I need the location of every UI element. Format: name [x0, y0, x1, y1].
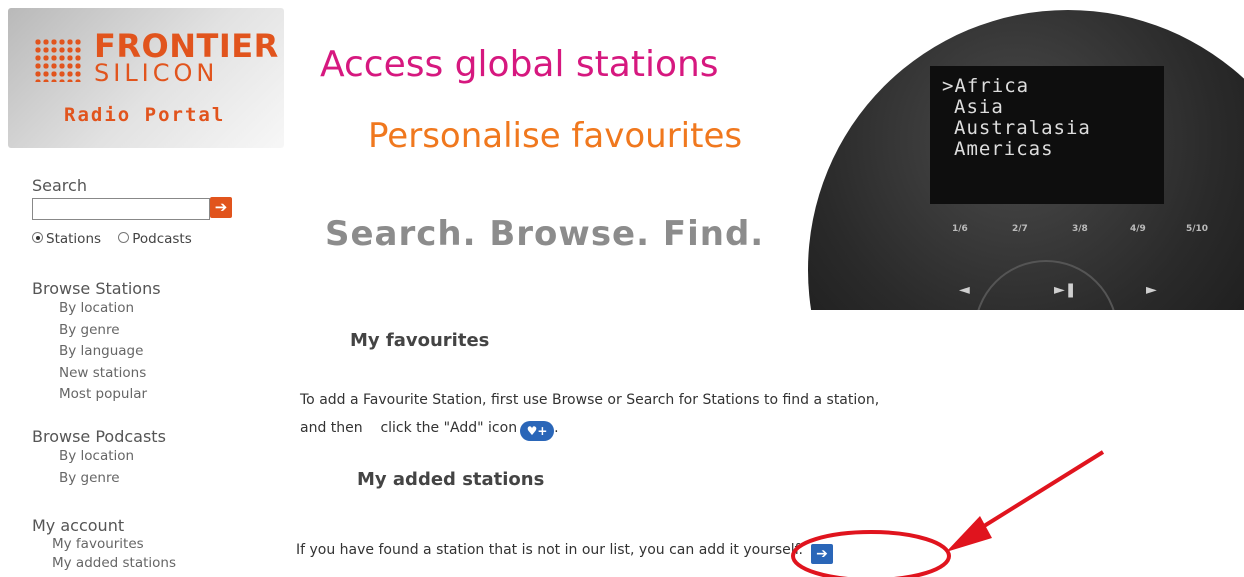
highlight-ellipse [791, 530, 951, 577]
annotation-overlay [791, 450, 1105, 577]
annotation-arrow-shaft [966, 450, 1105, 538]
annotation-arrow-head [946, 516, 992, 552]
